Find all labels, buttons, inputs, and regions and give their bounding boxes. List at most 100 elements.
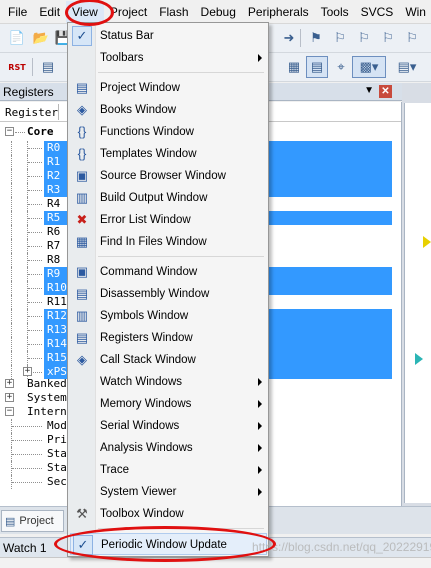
menu-file[interactable]: File bbox=[2, 1, 33, 23]
menu-item-serial-windows[interactable]: Serial Windows bbox=[70, 415, 267, 437]
error-x-icon: ✖ bbox=[76, 212, 88, 227]
menu-item-toolbox-window[interactable]: ⚒ Toolbox Window bbox=[70, 503, 267, 525]
tree-connector bbox=[11, 225, 12, 239]
braces-icon: {} bbox=[77, 124, 87, 139]
menu-edit[interactable]: Edit bbox=[33, 1, 66, 23]
register-name: Sec bbox=[47, 475, 67, 488]
column-divider[interactable] bbox=[58, 104, 59, 120]
open-folder-icon[interactable]: 📂 bbox=[30, 27, 52, 49]
memory-window-dropdown-icon[interactable]: ▩▾ bbox=[352, 56, 386, 78]
menu-item-disassembly-window[interactable]: ▤ Disassembly Window bbox=[70, 283, 267, 305]
register-name: R4 bbox=[47, 197, 61, 210]
expand-toggle-icon[interactable]: + bbox=[5, 379, 14, 388]
clear-bookmarks-icon[interactable]: ⚐ bbox=[377, 27, 399, 49]
register-name: Sta bbox=[47, 447, 67, 460]
menu-flash[interactable]: Flash bbox=[153, 1, 194, 23]
close-icon[interactable]: ✕ bbox=[379, 85, 392, 98]
menu-item-source-browser-window[interactable]: ▣ Source Browser Window bbox=[70, 165, 267, 187]
menu-item-label: Toolbox Window bbox=[100, 508, 184, 520]
templates-icon: {} bbox=[77, 146, 87, 161]
menu-item-label: Status Bar bbox=[100, 30, 154, 42]
menu-item-label: Source Browser Window bbox=[100, 170, 226, 182]
tab-label: Project bbox=[19, 515, 54, 527]
collapse-toggle-icon[interactable]: − bbox=[5, 127, 14, 136]
register-name: Sta bbox=[47, 461, 67, 474]
register-name: R6 bbox=[47, 225, 61, 238]
toolbar-separator bbox=[32, 58, 33, 76]
menu-item-find-in-files-window[interactable]: ▦ Find In Files Window bbox=[70, 231, 267, 253]
command-window-icon[interactable]: ▤ bbox=[37, 56, 59, 78]
tree-connector bbox=[12, 468, 42, 469]
watch-window-icon[interactable]: ⌖ bbox=[330, 56, 352, 78]
prev-bookmark-icon[interactable]: ⚐ bbox=[329, 27, 351, 49]
serial-window-dropdown-icon[interactable]: ▤▾ bbox=[392, 56, 422, 78]
books-icon: ◈ bbox=[77, 102, 87, 117]
source-browser-icon: ▣ bbox=[75, 168, 89, 183]
menu-item-books-window[interactable]: ◈ Books Window bbox=[70, 99, 267, 121]
expand-toggle-icon[interactable]: + bbox=[23, 367, 32, 376]
reset-cpu-icon[interactable]: RST bbox=[6, 56, 28, 78]
find-bookmark-icon[interactable]: ⚐ bbox=[401, 27, 423, 49]
call-stack-icon: ◈ bbox=[77, 352, 87, 367]
register-name: R12 bbox=[47, 309, 67, 322]
menu-svcs[interactable]: SVCS bbox=[355, 1, 400, 23]
menu-item-project-window[interactable]: ▤ Project Window bbox=[70, 77, 267, 99]
new-file-icon[interactable]: 📄 bbox=[6, 27, 28, 49]
menu-item-toolbars[interactable]: Toolbars bbox=[70, 47, 267, 69]
register-name: R3 bbox=[47, 183, 61, 196]
project-window-icon: ▤ bbox=[75, 80, 89, 95]
menu-item-watch-windows[interactable]: Watch Windows bbox=[70, 371, 267, 393]
view-dropdown-menu: ✓ Status Bar Toolbars ▤ Project Window ◈ Books… bbox=[67, 22, 269, 557]
tree-connector bbox=[28, 316, 42, 317]
forward-arrow-icon[interactable]: ➜ bbox=[278, 27, 300, 49]
menu-item-label: Build Output Window bbox=[100, 192, 208, 204]
menu-item-label: Call Stack Window bbox=[100, 354, 196, 366]
menu-item-system-viewer[interactable]: System Viewer bbox=[70, 481, 267, 503]
menu-peripherals[interactable]: Peripherals bbox=[242, 1, 315, 23]
menu-item-error-list-window[interactable]: ✖ Error List Window bbox=[70, 209, 267, 231]
menu-item-label: Serial Windows bbox=[100, 420, 180, 432]
menu-item-symbols-window[interactable]: ▥ Symbols Window bbox=[70, 305, 267, 327]
menu-separator bbox=[98, 72, 264, 73]
next-bookmark-icon[interactable]: ⚐ bbox=[353, 27, 375, 49]
expand-toggle-icon[interactable]: + bbox=[5, 393, 14, 402]
menu-item-functions-window[interactable]: {} Functions Window bbox=[70, 121, 267, 143]
tree-connector bbox=[11, 337, 12, 351]
pin-icon[interactable]: ▼ bbox=[364, 85, 374, 96]
menu-item-label: System Viewer bbox=[100, 486, 177, 498]
disassembly-icon: ▤ bbox=[75, 286, 89, 301]
editor-margin[interactable] bbox=[404, 103, 431, 503]
menu-tools[interactable]: Tools bbox=[315, 1, 355, 23]
collapse-toggle-icon[interactable]: − bbox=[5, 407, 14, 416]
checkmark-icon: ✓ bbox=[72, 26, 92, 46]
menu-item-trace[interactable]: Trace bbox=[70, 459, 267, 481]
tree-connector bbox=[11, 155, 12, 169]
menu-item-call-stack-window[interactable]: ◈ Call Stack Window bbox=[70, 349, 267, 371]
tree-connector bbox=[12, 440, 42, 441]
menu-item-status-bar[interactable]: ✓ Status Bar bbox=[70, 25, 267, 47]
menu-window[interactable]: Win bbox=[399, 1, 431, 23]
menu-item-analysis-windows[interactable]: Analysis Windows bbox=[70, 437, 267, 459]
menu-item-memory-windows[interactable]: Memory Windows bbox=[70, 393, 267, 415]
menu-item-build-output-window[interactable]: ▥ Build Output Window bbox=[70, 187, 267, 209]
menu-item-templates-window[interactable]: {} Templates Window bbox=[70, 143, 267, 165]
group-label: System bbox=[27, 391, 67, 404]
bookmark-flag-icon[interactable]: ⚑ bbox=[305, 27, 327, 49]
menu-item-label: Error List Window bbox=[100, 214, 191, 226]
tree-connector bbox=[11, 183, 12, 197]
annotation-circle-periodic-update bbox=[54, 526, 276, 562]
tab-project[interactable]: ▤ Project bbox=[1, 510, 64, 532]
registers-window-icon[interactable]: ▤ bbox=[306, 56, 328, 78]
tree-connector bbox=[11, 141, 12, 155]
menu-debug[interactable]: Debug bbox=[195, 1, 242, 23]
call-stack-toolbar-icon[interactable]: ▦ bbox=[283, 56, 305, 78]
registers-panel-title: Registers bbox=[3, 84, 54, 99]
register-name: R14 bbox=[47, 337, 67, 350]
menu-item-registers-window[interactable]: ▤ Registers Window bbox=[70, 327, 267, 349]
menu-item-command-window[interactable]: ▣ Command Window bbox=[70, 261, 267, 283]
register-name: R0 bbox=[47, 141, 61, 154]
tree-connector bbox=[28, 190, 42, 191]
menu-item-label: Find In Files Window bbox=[100, 236, 207, 248]
register-name: Pri bbox=[47, 433, 67, 446]
menu-item-label: Templates Window bbox=[100, 148, 197, 160]
